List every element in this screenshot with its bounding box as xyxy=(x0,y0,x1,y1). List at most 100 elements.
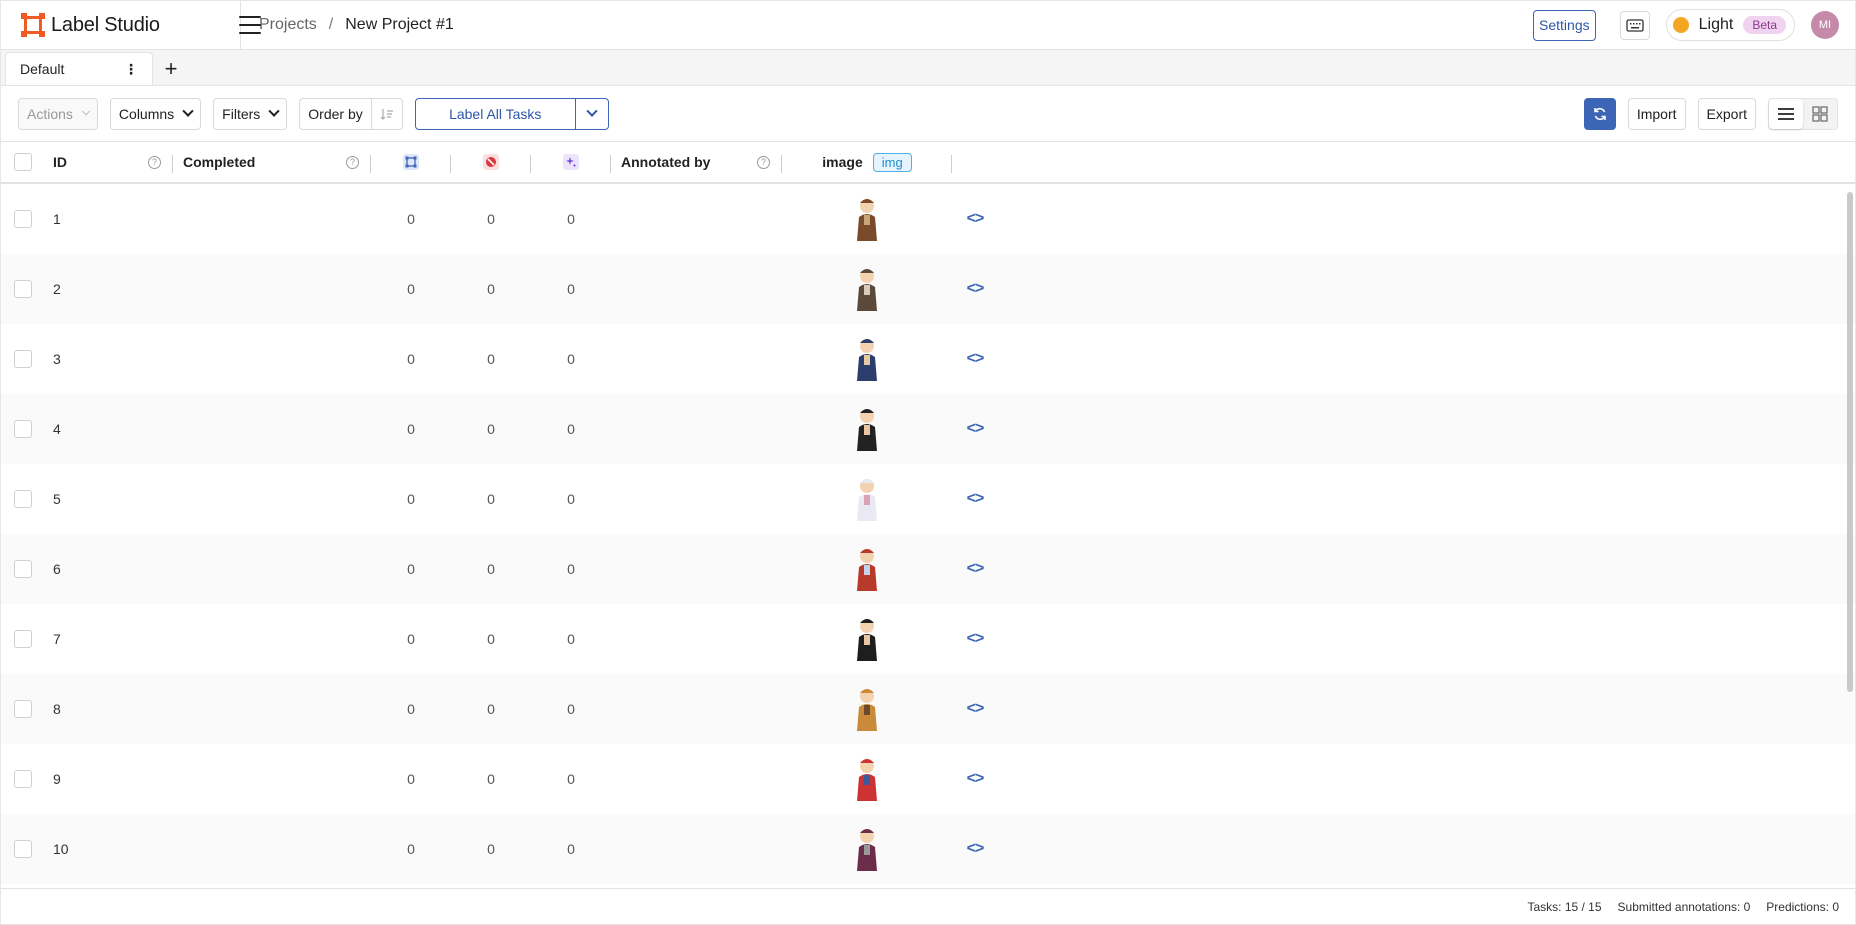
row-checkbox[interactable] xyxy=(14,210,32,228)
keyboard-shortcuts-button[interactable] xyxy=(1619,10,1650,40)
row-checkbox[interactable] xyxy=(14,630,32,648)
cell-predictions: 0 xyxy=(531,254,611,324)
table-row[interactable]: 1 0 0 0 <> xyxy=(1,184,1855,254)
image-thumbnail[interactable] xyxy=(841,401,893,457)
grid-view-button[interactable] xyxy=(1803,99,1837,129)
label-all-tasks-button[interactable]: Label All Tasks xyxy=(416,98,576,129)
brand[interactable]: Label Studio xyxy=(1,0,241,50)
filters-label: Filters xyxy=(222,105,261,122)
table-row[interactable]: 3 0 0 0 <> xyxy=(1,324,1855,394)
code-view-icon[interactable]: <> xyxy=(967,350,985,368)
breadcrumb-projects-link[interactable]: Projects xyxy=(259,16,317,34)
row-select-cell xyxy=(1,254,45,324)
cell-source: <> xyxy=(952,604,998,674)
row-checkbox[interactable] xyxy=(14,280,32,298)
actions-button[interactable]: Actions xyxy=(18,97,98,130)
import-button[interactable]: Import xyxy=(1627,97,1686,130)
image-thumbnail[interactable] xyxy=(841,611,893,667)
table-row[interactable]: 4 0 0 0 <> xyxy=(1,394,1855,464)
table-row[interactable]: 9 0 0 0 <> xyxy=(1,744,1855,814)
code-view-icon[interactable]: <> xyxy=(967,700,985,718)
code-view-icon[interactable]: <> xyxy=(967,490,985,508)
image-thumbnail[interactable] xyxy=(841,681,893,737)
row-checkbox[interactable] xyxy=(14,770,32,788)
filters-button[interactable]: Filters xyxy=(213,97,288,130)
cell-id: 8 xyxy=(45,674,173,744)
columns-button[interactable]: Columns xyxy=(109,97,202,130)
total-annotations-value: 0 xyxy=(407,771,415,787)
cell-total-annotations: 0 xyxy=(371,534,451,604)
sort-direction-icon[interactable] xyxy=(372,99,402,129)
refresh-button[interactable] xyxy=(1583,97,1616,130)
table-header: ID ? Completed ? Annotated by ? image im… xyxy=(1,142,1855,184)
column-cancelled-annotations[interactable] xyxy=(451,142,531,182)
cell-source: <> xyxy=(952,184,998,254)
tab-default[interactable]: Default ⋮ xyxy=(5,52,153,85)
code-view-icon[interactable]: <> xyxy=(967,630,985,648)
select-all-checkbox[interactable] xyxy=(14,153,32,171)
submitted-annotations-count: Submitted annotations: 0 xyxy=(1617,899,1751,914)
image-thumbnail[interactable] xyxy=(841,191,893,247)
help-icon[interactable]: ? xyxy=(346,155,359,169)
image-thumbnail[interactable] xyxy=(841,261,893,317)
order-by-control[interactable]: Order by xyxy=(299,97,403,130)
row-checkbox[interactable] xyxy=(14,700,32,718)
table-row[interactable]: 10 0 0 0 <> xyxy=(1,814,1855,884)
column-total-annotations[interactable] xyxy=(371,142,451,182)
theme-toggle[interactable]: Light Beta xyxy=(1665,9,1795,41)
image-thumbnail[interactable] xyxy=(841,821,893,877)
label-all-dropdown-button[interactable] xyxy=(576,99,608,129)
total-annotations-value: 0 xyxy=(407,841,415,857)
column-completed[interactable]: Completed ? xyxy=(173,142,371,182)
help-icon[interactable]: ? xyxy=(148,155,161,169)
main-menu-button[interactable] xyxy=(239,16,261,34)
export-button[interactable]: Export xyxy=(1697,97,1756,130)
cell-id: 6 xyxy=(45,534,173,604)
user-avatar[interactable]: MI xyxy=(1811,11,1839,39)
table-scrollbar[interactable] xyxy=(1847,192,1853,692)
cell-annotated-by xyxy=(611,184,782,254)
row-select-cell xyxy=(1,184,45,254)
table-row[interactable]: 8 0 0 0 <> xyxy=(1,674,1855,744)
column-resize-handle[interactable] xyxy=(951,155,952,173)
row-checkbox[interactable] xyxy=(14,350,32,368)
add-tab-button[interactable]: + xyxy=(153,52,189,85)
cell-annotated-by xyxy=(611,324,782,394)
table-row[interactable]: 7 0 0 0 <> xyxy=(1,604,1855,674)
tab-menu-icon[interactable]: ⋮ xyxy=(124,61,138,78)
row-checkbox[interactable] xyxy=(14,420,32,438)
code-view-icon[interactable]: <> xyxy=(967,840,985,858)
image-thumbnail[interactable] xyxy=(841,541,893,597)
code-view-icon[interactable]: <> xyxy=(967,210,985,228)
code-view-icon[interactable]: <> xyxy=(967,420,985,438)
cell-completed xyxy=(173,674,371,744)
image-thumbnail[interactable] xyxy=(841,751,893,807)
predictions-value: 0 xyxy=(567,211,575,227)
predictions-value: 0 xyxy=(567,421,575,437)
total-annotations-value: 0 xyxy=(407,281,415,297)
settings-button[interactable]: Settings xyxy=(1533,9,1596,41)
table-row[interactable]: 2 0 0 0 <> xyxy=(1,254,1855,324)
row-checkbox[interactable] xyxy=(14,840,32,858)
row-checkbox[interactable] xyxy=(14,560,32,578)
view-mode-toggle xyxy=(1768,97,1838,130)
help-icon[interactable]: ? xyxy=(757,155,770,169)
row-checkbox[interactable] xyxy=(14,490,32,508)
code-view-icon[interactable]: <> xyxy=(967,280,985,298)
image-thumbnail[interactable] xyxy=(841,331,893,387)
table-row[interactable]: 6 0 0 0 <> xyxy=(1,534,1855,604)
order-by-label[interactable]: Order by xyxy=(300,98,372,129)
table-row[interactable]: 5 0 0 0 <> xyxy=(1,464,1855,534)
image-thumbnail[interactable] xyxy=(841,471,893,527)
code-view-icon[interactable]: <> xyxy=(967,770,985,788)
column-annotated-by[interactable]: Annotated by ? xyxy=(611,142,782,182)
cell-annotated-by xyxy=(611,464,782,534)
label-studio-logo-icon xyxy=(21,13,45,37)
predictions-value: 0 xyxy=(567,561,575,577)
column-predictions[interactable] xyxy=(531,142,611,182)
list-view-button[interactable] xyxy=(1769,98,1803,129)
cell-annotated-by xyxy=(611,254,782,324)
column-id[interactable]: ID ? xyxy=(45,142,173,182)
column-image[interactable]: image img xyxy=(782,142,952,182)
code-view-icon[interactable]: <> xyxy=(967,560,985,578)
